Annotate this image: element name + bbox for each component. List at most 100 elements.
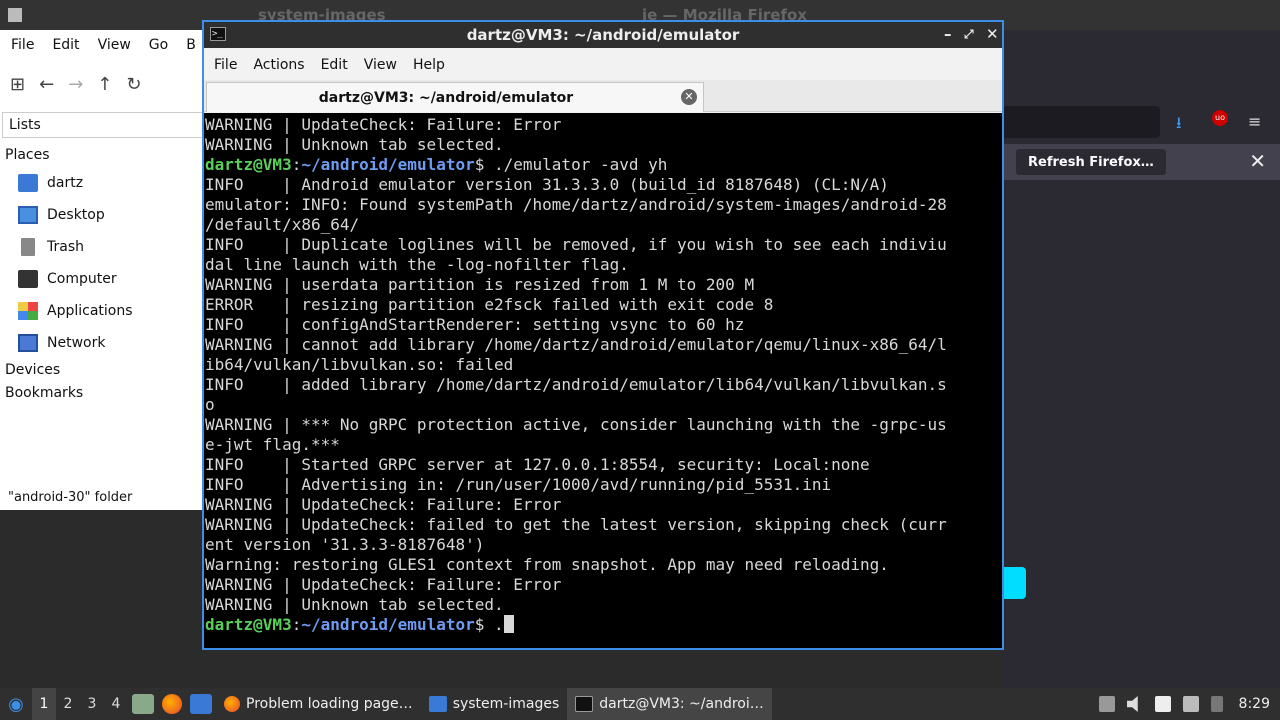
menu-edit[interactable]: Edit (43, 37, 88, 53)
menu-actions[interactable]: Actions (245, 57, 312, 73)
output-line: WARNING | cannot add library /home/dartz… (205, 335, 947, 354)
output-line: WARNING | Unknown tab selected. (205, 595, 504, 614)
output-line: INFO | configAndStartRenderer: setting v… (205, 315, 745, 334)
firefox-icon (224, 696, 240, 712)
computer-icon (18, 270, 38, 288)
output-line: o (205, 395, 215, 414)
output-line: WARNING | UpdateCheck: Failure: Error (205, 115, 562, 134)
output-line: INFO | Duplicate loglines will be remove… (205, 235, 947, 254)
trash-icon (21, 238, 35, 256)
menu-go[interactable]: Go (140, 37, 177, 53)
output-line: INFO | added library /home/dartz/android… (205, 375, 947, 394)
output-line: WARNING | UpdateCheck: failed to get the… (205, 515, 947, 534)
output-line: ent version '31.3.3-8187648') (205, 535, 485, 554)
clipboard-icon[interactable] (1154, 696, 1171, 712)
lists-label: Lists (9, 117, 41, 133)
forward-icon[interactable]: → (68, 74, 83, 95)
prompt-user: dartz@VM3 (205, 155, 292, 174)
file-manager-window: File Edit View Go B ⊞ ← → ↑ ↻ Lists Plac… (0, 30, 202, 510)
workspace-3[interactable]: 3 (80, 688, 104, 720)
start-menu-icon[interactable]: ◉ (0, 688, 32, 720)
output-line: WARNING | Unknown tab selected. (205, 135, 504, 154)
maximize-icon[interactable]: ⤢ (964, 27, 974, 42)
home-folder-icon (18, 174, 38, 192)
menu-help[interactable]: Help (405, 57, 453, 73)
workspace-2[interactable]: 2 (56, 688, 80, 720)
terminal-titlebar[interactable]: >_ dartz@VM3: ~/android/emulator – ⤢ ✕ (204, 22, 1002, 48)
prompt-user: dartz@VM3 (205, 615, 292, 634)
places-pane: Places dartz Desktop Trash Computer Appl… (0, 144, 202, 405)
task-terminal[interactable]: dartz@VM3: ~/androi… (567, 688, 772, 720)
task-file-manager[interactable]: system-images (421, 688, 568, 720)
firefox-accent-button[interactable] (1004, 567, 1026, 599)
volume-icon[interactable] (1126, 696, 1138, 712)
file-manager-launcher-icon[interactable] (132, 694, 154, 714)
place-label: dartz (47, 175, 84, 191)
status-bar: "android-30" folder (8, 490, 133, 505)
task-label: system-images (452, 696, 560, 712)
up-icon[interactable]: ↑ (97, 74, 112, 95)
terminal-menubar: File Actions Edit View Help (204, 50, 1002, 80)
firefox-launcher-icon[interactable] (162, 694, 182, 714)
output-line: emulator: INFO: Found systemPath /home/d… (205, 195, 947, 214)
place-computer[interactable]: Computer (0, 263, 202, 295)
place-applications[interactable]: Applications (0, 295, 202, 327)
file-manager-toolbar: ⊞ ← → ↑ ↻ (0, 60, 202, 108)
prompt-path: ~/android/emulator (301, 615, 475, 634)
terminal-window: >_ dartz@VM3: ~/android/emulator – ⤢ ✕ F… (202, 20, 1004, 650)
place-label: Desktop (47, 207, 105, 223)
hamburger-icon[interactable]: ≡ (1248, 112, 1261, 131)
workspace-1[interactable]: 1 (32, 688, 56, 720)
terminal-lines: WARNING | UpdateCheck: Failure: Error WAR… (205, 115, 947, 635)
display-icon[interactable] (1182, 696, 1199, 712)
new-tab-icon[interactable]: ⊞ (10, 74, 25, 95)
task-label: Problem loading page… (246, 696, 413, 712)
terminal-tab[interactable]: dartz@VM3: ~/android/emulator ✕ (206, 82, 704, 112)
prompt-line: dartz@VM3:~/android/emulator$ . (205, 615, 947, 635)
output-line: INFO | Android emulator version 31.3.3.0… (205, 175, 889, 194)
network-status-icon[interactable] (1210, 696, 1223, 712)
prompt-command: $ . (474, 615, 504, 634)
menu-file[interactable]: File (2, 37, 43, 53)
place-label: Network (47, 335, 106, 351)
task-firefox[interactable]: Problem loading page… (216, 688, 421, 720)
output-line: e-jwt flag.*** (205, 435, 340, 454)
firefox-notification-bar: Refresh Firefox… ✕ (1004, 144, 1280, 180)
side-pane-mode-selector[interactable]: Lists (2, 112, 202, 138)
devices-header: Devices (5, 362, 61, 378)
place-network[interactable]: Network (0, 327, 202, 359)
download-icon[interactable]: ⭳ (1176, 112, 1182, 139)
ublock-icon[interactable]: uo (1212, 110, 1228, 126)
firefox-urlbar[interactable] (1004, 106, 1160, 138)
menu-bookmarks[interactable]: B (177, 37, 205, 53)
place-trash[interactable]: Trash (0, 231, 202, 263)
place-label: Applications (47, 303, 133, 319)
workspace-4[interactable]: 4 (104, 688, 128, 720)
output-line: WARNING | UpdateCheck: Failure: Error (205, 495, 562, 514)
desktop-launcher-icon[interactable] (190, 694, 212, 714)
place-label: Trash (47, 239, 84, 255)
back-icon[interactable]: ← (39, 74, 54, 95)
desktop-icon (18, 206, 38, 224)
place-dartz[interactable]: dartz (0, 167, 202, 199)
close-tab-icon[interactable]: ✕ (681, 89, 697, 105)
applications-icon (18, 302, 38, 320)
refresh-firefox-button[interactable]: Refresh Firefox… (1016, 149, 1166, 175)
minimize-icon[interactable]: – (944, 25, 952, 43)
document-icon (8, 8, 22, 22)
prompt-path: ~/android/emulator (301, 155, 475, 174)
close-icon[interactable]: ✕ (986, 25, 999, 43)
place-desktop[interactable]: Desktop (0, 199, 202, 231)
output-line: WARNING | UpdateCheck: Failure: Error (205, 575, 562, 594)
menu-edit[interactable]: Edit (313, 57, 356, 73)
folder-icon (428, 696, 447, 712)
menu-view[interactable]: View (356, 57, 405, 73)
clock[interactable]: 8:29 (1239, 696, 1270, 712)
menu-file[interactable]: File (206, 57, 245, 73)
reload-icon[interactable]: ↻ (126, 74, 141, 95)
terminal-output[interactable]: WARNING | UpdateCheck: Failure: Error WAR… (204, 113, 1002, 648)
eject-icon[interactable] (1098, 696, 1115, 712)
close-icon[interactable]: ✕ (1249, 149, 1266, 173)
menu-view[interactable]: View (89, 37, 140, 53)
prompt-line: dartz@VM3:~/android/emulator$ ./emulator… (205, 155, 947, 175)
